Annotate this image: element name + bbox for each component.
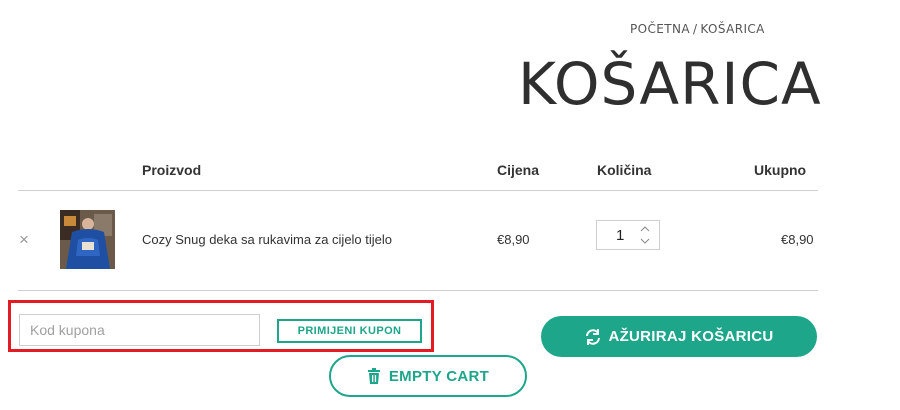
trash-icon xyxy=(367,368,380,384)
column-header-price: Cijena xyxy=(497,162,540,178)
apply-coupon-button[interactable]: PRIMIJENI KUPON xyxy=(277,319,422,343)
column-header-product: Proizvod xyxy=(142,162,202,178)
quantity-value: 1 xyxy=(616,227,625,244)
remove-item-button[interactable]: × xyxy=(19,230,29,250)
page-title: KOŠARICA xyxy=(518,50,822,118)
update-cart-label: AŽURIRAJ KOŠARICU xyxy=(608,328,774,345)
close-icon: × xyxy=(19,230,29,249)
refresh-icon xyxy=(586,328,601,345)
breadcrumb-separator: / xyxy=(692,22,698,36)
table-body-divider xyxy=(18,290,818,291)
product-name-link[interactable]: Cozy Snug deka sa rukavima za cijelo tij… xyxy=(142,232,392,247)
product-image xyxy=(60,210,115,269)
product-total: €8,90 xyxy=(781,232,814,247)
column-header-quantity: Količina xyxy=(597,162,652,178)
product-thumbnail[interactable] xyxy=(60,210,115,269)
quantity-stepper[interactable]: 1 xyxy=(596,220,660,250)
breadcrumb-current: KOŠARICA xyxy=(700,22,765,36)
coupon-code-input[interactable] xyxy=(19,314,260,346)
product-price: €8,90 xyxy=(497,232,530,247)
breadcrumb-home-link[interactable]: POČETNA xyxy=(630,22,690,36)
empty-cart-label: EMPTY CART xyxy=(388,367,490,385)
column-header-total: Ukupno xyxy=(754,162,807,178)
update-cart-button[interactable]: AŽURIRAJ KOŠARICU xyxy=(541,316,817,357)
spinner-arrows-icon[interactable] xyxy=(640,223,650,251)
table-header-divider xyxy=(18,190,818,191)
breadcrumb: POČETNA / KOŠARICA xyxy=(630,22,765,36)
empty-cart-button[interactable]: EMPTY CART xyxy=(329,355,527,397)
